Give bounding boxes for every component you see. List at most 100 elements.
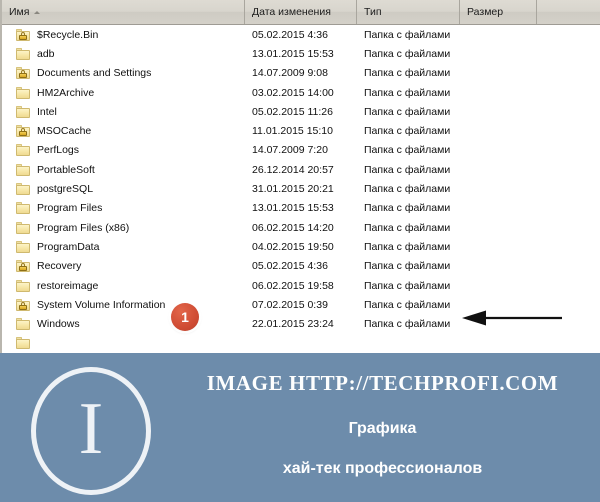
file-row[interactable]: Documents and Settings 14.07.2009 9:08 Пап… <box>2 63 600 83</box>
file-date-cell: 14.07.2009 9:08 <box>252 67 328 80</box>
file-date-cell: 05.02.2015 11:26 <box>252 105 333 118</box>
file-row[interactable]: Program Files 13.01.2015 15:53 Папка с фай… <box>2 198 600 218</box>
file-name-cell[interactable]: restoreimage <box>2 279 245 292</box>
column-header-2[interactable]: Дата изменения <box>245 0 357 24</box>
file-name-cell[interactable]: PortableSoft <box>2 163 245 176</box>
file-date-cell: 31.01.2015 20:21 <box>252 183 334 196</box>
file-type-cell: Папка с файлами <box>364 260 451 273</box>
watermark-url: IMAGE HTTP://TECHPROFI.COM <box>206 371 559 395</box>
file-row[interactable]: MSOCache 11.01.2015 15:10 Папка с файлами <box>2 121 600 141</box>
column-header-3[interactable]: Тип <box>357 0 460 24</box>
file-name-label: $Recycle.Bin <box>37 28 99 41</box>
file-row[interactable]: PortableSoft 26.12.2014 20:57 Папка с файл… <box>2 160 600 180</box>
monogram-letter: I <box>78 388 104 470</box>
file-row[interactable]: $Recycle.Bin 05.02.2015 4:36 Папка с файла… <box>2 25 600 45</box>
file-type-cell: Папка с файлами <box>364 298 451 311</box>
file-row[interactable] <box>2 333 600 353</box>
arrow-left-icon <box>462 310 562 326</box>
file-name-cell[interactable]: Program Files <box>2 202 245 215</box>
folder-icon <box>16 279 30 292</box>
file-name-cell[interactable]: Intel <box>2 105 245 118</box>
locked-folder-icon <box>16 260 30 273</box>
file-date-cell: 22.01.2015 23:24 <box>252 318 334 331</box>
column-header-5[interactable] <box>537 0 600 24</box>
file-name-cell[interactable]: Documents and Settings <box>2 67 245 80</box>
watermark-line-1: Графика <box>348 420 417 437</box>
file-name-label: PortableSoft <box>37 163 95 176</box>
file-type-cell: Папка с файлами <box>364 240 451 253</box>
file-row[interactable]: Program Files (x86) 06.02.2015 14:20 Папка… <box>2 217 600 238</box>
file-name-cell[interactable] <box>2 337 245 350</box>
step-badge-1: 1 <box>171 303 199 331</box>
folder-icon <box>16 318 30 331</box>
file-name-label: Program Files <box>37 202 103 215</box>
file-type-cell: Папка с файлами <box>364 144 451 157</box>
file-name-label: restoreimage <box>37 279 99 292</box>
column-header-label: Тип <box>364 6 382 18</box>
file-row[interactable]: adb 13.01.2015 15:53 Папка с файлами <box>2 44 600 64</box>
column-header-label: Имя <box>9 6 30 18</box>
file-date-cell: 13.01.2015 15:53 <box>252 202 334 215</box>
file-row[interactable]: Recovery 05.02.2015 4:36 Папка с файлами <box>2 256 600 276</box>
folder-icon <box>16 105 30 118</box>
file-row[interactable]: Intel 05.02.2015 11:26 Папка с файлами <box>2 102 600 122</box>
file-date-cell: 06.02.2015 14:20 <box>252 221 334 234</box>
file-type-cell: Папка с файлами <box>364 202 451 215</box>
locked-folder-icon <box>16 67 30 80</box>
folder-icon <box>16 47 30 60</box>
file-name-label: MSOCache <box>37 125 92 138</box>
step-badge-label: 1 <box>181 309 189 325</box>
folder-icon <box>16 183 30 196</box>
file-type-cell: Папка с файлами <box>364 163 451 176</box>
column-header-label: Размер <box>467 6 504 18</box>
file-name-cell[interactable]: $Recycle.Bin <box>2 28 245 41</box>
watermark-line-2: хай-тек профессионалов <box>282 460 483 477</box>
file-row[interactable]: restoreimage 06.02.2015 19:58 Папка с файл… <box>2 275 600 296</box>
file-date-cell: 05.02.2015 4:36 <box>252 28 328 41</box>
file-name-cell[interactable]: System Volume Information <box>2 298 245 311</box>
file-name-label: HM2Archive <box>37 86 95 99</box>
file-name-cell[interactable]: ProgramData <box>2 240 245 253</box>
file-type-cell: Папка с файлами <box>364 221 451 234</box>
folder-icon <box>16 221 30 234</box>
monogram-logo: I <box>31 367 151 495</box>
file-list[interactable]: $Recycle.Bin 05.02.2015 4:36 Папка с файла… <box>2 25 600 353</box>
column-header-label: Дата изменения <box>252 6 331 18</box>
file-name-cell[interactable]: PerfLogs <box>2 144 245 157</box>
file-name-label: Recovery <box>37 260 82 273</box>
file-name-cell[interactable]: HM2Archive <box>2 86 245 99</box>
file-row[interactable]: ProgramData 04.02.2015 19:50 Папка с файла… <box>2 237 600 257</box>
file-row[interactable]: HM2Archive 03.02.2015 14:00 Папка с файлам… <box>2 82 600 103</box>
sort-ascending-icon <box>34 10 41 14</box>
file-type-cell: Папка с файлами <box>364 318 451 331</box>
screenshot-root: Имя Дата изменения Тип Размер $Recycle.Bin 0… <box>0 0 600 502</box>
column-header-4[interactable]: Размер <box>460 0 537 24</box>
file-name-cell[interactable]: postgreSQL <box>2 183 245 196</box>
file-name-label: Program Files (x86) <box>37 221 130 234</box>
file-row[interactable]: PerfLogs 14.07.2009 7:20 Папка с файлами <box>2 140 600 161</box>
file-type-cell: Папка с файлами <box>364 47 451 60</box>
file-date-cell: 11.01.2015 15:10 <box>252 125 333 138</box>
pointer-arrow-left <box>462 310 562 326</box>
file-name-cell[interactable]: Windows <box>2 318 245 331</box>
file-date-cell: 05.02.2015 4:36 <box>252 260 328 273</box>
file-explorer-pane: Имя Дата изменения Тип Размер $Recycle.Bin 0… <box>0 0 600 353</box>
file-date-cell: 07.02.2015 0:39 <box>252 298 328 311</box>
watermark-banner: I IMAGE HTTP://TECHPROFI.COM Графика хай… <box>0 353 600 502</box>
file-name-cell[interactable]: Recovery <box>2 260 245 273</box>
file-date-cell: 13.01.2015 15:53 <box>252 47 334 60</box>
file-type-cell: Папка с файлами <box>364 183 451 196</box>
folder-icon <box>16 144 30 157</box>
file-date-cell: 03.02.2015 14:00 <box>252 86 334 99</box>
locked-folder-icon <box>16 298 30 311</box>
file-name-cell[interactable]: MSOCache <box>2 125 245 138</box>
locked-folder-icon <box>16 125 30 138</box>
file-name-cell[interactable]: adb <box>2 47 245 60</box>
file-name-label: Intel <box>37 105 57 118</box>
file-date-cell: 26.12.2014 20:57 <box>252 163 334 176</box>
file-type-cell: Папка с файлами <box>364 105 451 118</box>
file-row[interactable]: postgreSQL 31.01.2015 20:21 Папка с файлам… <box>2 179 600 199</box>
file-date-cell: 06.02.2015 19:58 <box>252 279 334 292</box>
column-header-1[interactable]: Имя <box>2 0 245 24</box>
file-name-cell[interactable]: Program Files (x86) <box>2 221 245 234</box>
